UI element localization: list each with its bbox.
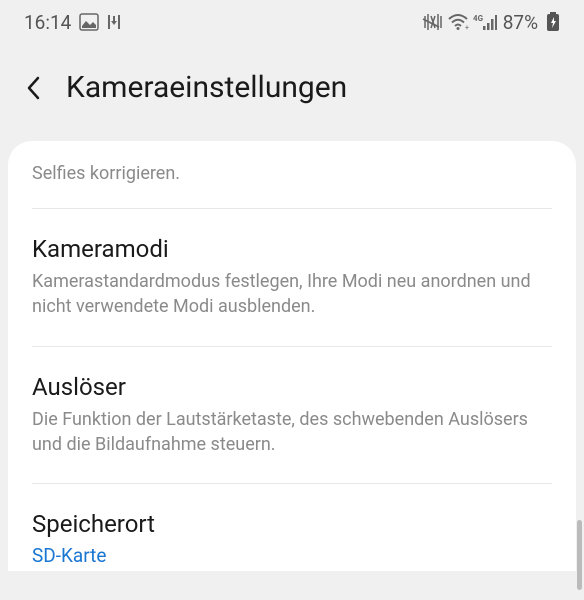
page-title: Kameraeinstellungen <box>66 70 347 105</box>
status-bar: 16:14 + 4G <box>0 0 584 40</box>
status-time: 16:14 <box>24 11 71 34</box>
scrollbar-thumb[interactable] <box>577 520 582 590</box>
svg-text:4G: 4G <box>473 14 484 23</box>
status-bar-left: 16:14 <box>24 11 123 34</box>
setting-desc: Selfies korrigieren. <box>32 161 552 186</box>
settings-content: Selfies korrigieren. Kameramodi Kamerast… <box>8 141 576 571</box>
vibrate-icon <box>421 13 443 31</box>
battery-charging-icon <box>546 12 560 32</box>
setting-title: Auslöser <box>32 373 552 401</box>
setting-title: Kameramodi <box>32 235 552 263</box>
status-bar-right: + 4G 87% <box>421 11 560 34</box>
setting-item-selfies[interactable]: Selfies korrigieren. <box>32 141 552 209</box>
download-icon <box>105 13 123 31</box>
signal-icon: 4G <box>473 13 497 31</box>
setting-item-kameramodi[interactable]: Kameramodi Kamerastandardmodus festlegen… <box>32 209 552 346</box>
setting-item-ausloeser[interactable]: Auslöser Die Funktion der Lautstärketast… <box>32 347 552 484</box>
page-header: Kameraeinstellungen <box>0 40 584 135</box>
image-icon <box>79 13 99 31</box>
setting-value: SD-Karte <box>32 544 552 567</box>
setting-title: Speicherort <box>32 510 552 538</box>
setting-desc: Kamerastandardmodus festlegen, Ihre Modi… <box>32 269 552 319</box>
status-icons-left <box>79 13 123 31</box>
svg-text:+: + <box>465 24 469 31</box>
back-button[interactable] <box>20 75 46 101</box>
setting-item-speicherort[interactable]: Speicherort SD-Karte <box>32 484 552 571</box>
wifi-icon: + <box>447 13 469 31</box>
setting-desc: Die Funktion der Lautstärketaste, des sc… <box>32 407 552 457</box>
chevron-left-icon <box>25 75 41 101</box>
battery-percent: 87% <box>503 11 538 34</box>
